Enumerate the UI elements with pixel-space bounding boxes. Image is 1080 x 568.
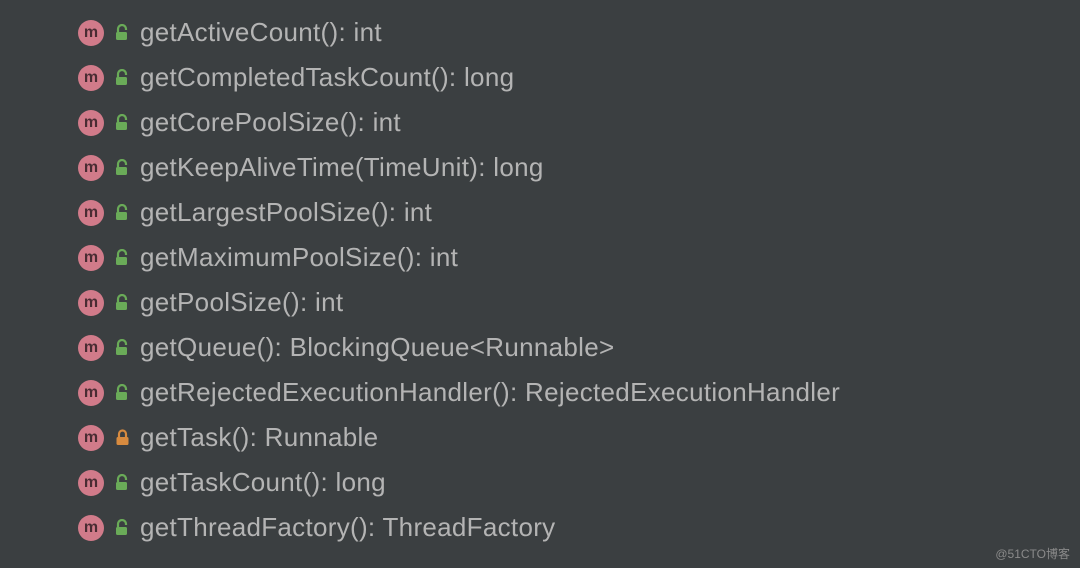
method-label: getLargestPoolSize(): int — [140, 197, 432, 228]
list-item[interactable]: m getKeepAliveTime(TimeUnit): long — [0, 145, 1080, 190]
method-label: getTaskCount(): long — [140, 467, 386, 498]
list-item[interactable]: m getLargestPoolSize(): int — [0, 190, 1080, 235]
method-icon: m — [78, 110, 104, 136]
unlock-icon — [114, 69, 130, 87]
method-list: m getActiveCount(): int m getCompletedTa… — [0, 10, 1080, 550]
list-item[interactable]: m getTask(): Runnable — [0, 415, 1080, 460]
list-item[interactable]: m getCorePoolSize(): int — [0, 100, 1080, 145]
method-icon: m — [78, 515, 104, 541]
list-item[interactable]: m getTaskCount(): long — [0, 460, 1080, 505]
method-icon: m — [78, 335, 104, 361]
method-label: getCorePoolSize(): int — [140, 107, 401, 138]
method-label: getPoolSize(): int — [140, 287, 343, 318]
method-label: getActiveCount(): int — [140, 17, 382, 48]
list-item[interactable]: m getMaximumPoolSize(): int — [0, 235, 1080, 280]
lock-icon — [114, 429, 130, 447]
method-icon: m — [78, 290, 104, 316]
list-item[interactable]: m getPoolSize(): int — [0, 280, 1080, 325]
method-icon: m — [78, 470, 104, 496]
method-label: getCompletedTaskCount(): long — [140, 62, 514, 93]
list-item[interactable]: m getQueue(): BlockingQueue<Runnable> — [0, 325, 1080, 370]
method-icon: m — [78, 65, 104, 91]
method-icon: m — [78, 200, 104, 226]
method-label: getRejectedExecutionHandler(): RejectedE… — [140, 377, 840, 408]
unlock-icon — [114, 159, 130, 177]
unlock-icon — [114, 294, 130, 312]
list-item[interactable]: m getThreadFactory(): ThreadFactory — [0, 505, 1080, 550]
list-item[interactable]: m getCompletedTaskCount(): long — [0, 55, 1080, 100]
method-icon: m — [78, 20, 104, 46]
method-icon: m — [78, 245, 104, 271]
method-label: getQueue(): BlockingQueue<Runnable> — [140, 332, 615, 363]
method-label: getThreadFactory(): ThreadFactory — [140, 512, 555, 543]
unlock-icon — [114, 384, 130, 402]
watermark: @51CTO博客 — [995, 545, 1070, 562]
unlock-icon — [114, 24, 130, 42]
list-item[interactable]: m getRejectedExecutionHandler(): Rejecte… — [0, 370, 1080, 415]
unlock-icon — [114, 249, 130, 267]
method-label: getKeepAliveTime(TimeUnit): long — [140, 152, 544, 183]
method-icon: m — [78, 425, 104, 451]
list-item[interactable]: m getActiveCount(): int — [0, 10, 1080, 55]
unlock-icon — [114, 204, 130, 222]
unlock-icon — [114, 519, 130, 537]
unlock-icon — [114, 339, 130, 357]
method-icon: m — [78, 380, 104, 406]
unlock-icon — [114, 474, 130, 492]
unlock-icon — [114, 114, 130, 132]
method-icon: m — [78, 155, 104, 181]
method-label: getTask(): Runnable — [140, 422, 378, 453]
method-label: getMaximumPoolSize(): int — [140, 242, 458, 273]
